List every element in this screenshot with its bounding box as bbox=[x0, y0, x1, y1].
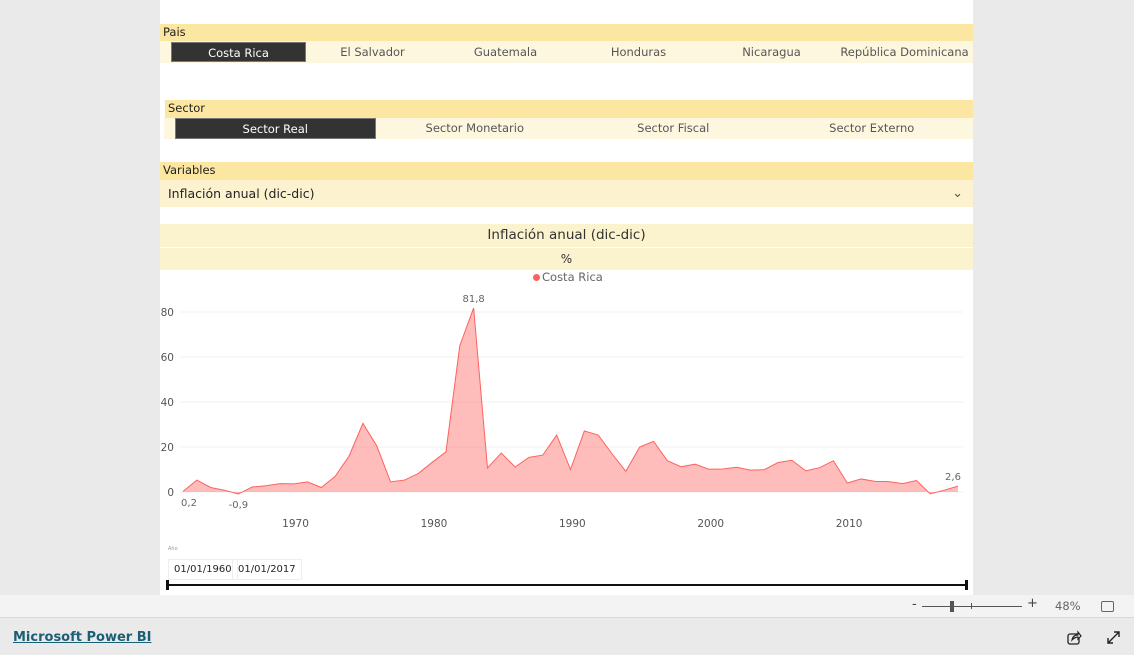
data-point-2003 bbox=[760, 466, 768, 474]
data-point-1961 bbox=[179, 488, 187, 496]
zoom-slider[interactable] bbox=[922, 606, 1022, 607]
data-point-1994 bbox=[636, 443, 644, 451]
zoom-slider-center-tick bbox=[971, 603, 972, 609]
data-point-2000 bbox=[719, 465, 727, 473]
data-point-1972 bbox=[331, 472, 339, 480]
data-point-1979 bbox=[428, 458, 436, 466]
power-bi-link[interactable]: Microsoft Power BI bbox=[13, 630, 151, 645]
data-point-2014 bbox=[912, 477, 920, 485]
data-point-1998 bbox=[691, 460, 699, 468]
data-point-1988 bbox=[553, 431, 561, 439]
data-point-1963 bbox=[207, 484, 215, 492]
data-point-1996 bbox=[663, 457, 671, 465]
data-point-2013 bbox=[899, 480, 907, 488]
y-tick-label: 0 bbox=[167, 487, 174, 499]
x-tick-label: 1980 bbox=[421, 518, 448, 530]
slicer-end-date[interactable]: 01/01/2017 bbox=[232, 559, 302, 580]
data-point-2009 bbox=[843, 479, 851, 487]
data-point-1983 bbox=[483, 464, 491, 472]
data-point-1990 bbox=[580, 427, 588, 435]
x-tick-label: 2000 bbox=[697, 518, 724, 530]
data-point-1976 bbox=[387, 478, 395, 486]
data-point-1964 bbox=[221, 486, 229, 494]
x-tick-label: 1970 bbox=[282, 518, 309, 530]
x-tick-label: 1990 bbox=[559, 518, 586, 530]
zoom-slider-thumb[interactable] bbox=[950, 601, 954, 612]
data-point-1970 bbox=[304, 478, 312, 486]
data-point-1977 bbox=[400, 476, 408, 484]
area-chart[interactable]: 0 20 40 60 80 1970 1980 1990 2000 2010 0,2 -0,9 81,8… bbox=[160, 0, 973, 545]
data-point-1965 bbox=[234, 490, 242, 498]
data-point-1974 bbox=[359, 419, 367, 427]
data-label: 2,6 bbox=[945, 472, 961, 483]
footer: Microsoft Power BI bbox=[0, 619, 1134, 655]
data-point-1995 bbox=[650, 437, 658, 445]
data-point-2010 bbox=[857, 475, 865, 483]
data-point-1989 bbox=[567, 466, 575, 474]
data-point-1991 bbox=[594, 431, 602, 439]
fit-to-page-icon[interactable] bbox=[1101, 601, 1114, 612]
data-point-2017 bbox=[954, 482, 962, 490]
data-point-2016 bbox=[940, 486, 948, 494]
slider-start-handle[interactable] bbox=[166, 580, 169, 590]
data-point-2012 bbox=[885, 478, 893, 486]
data-label: -0,9 bbox=[229, 500, 249, 511]
x-tick-label: 2010 bbox=[836, 518, 863, 530]
data-point-1997 bbox=[677, 463, 685, 471]
fullscreen-icon[interactable] bbox=[1106, 630, 1121, 645]
data-label: 0,2 bbox=[181, 498, 197, 509]
data-label: 81,8 bbox=[462, 294, 484, 305]
data-point-1962 bbox=[193, 476, 201, 484]
data-point-1978 bbox=[414, 470, 422, 478]
data-point-1985 bbox=[511, 463, 519, 471]
data-point-1999 bbox=[705, 465, 713, 473]
data-point-2005 bbox=[788, 456, 796, 464]
y-tick-label: 20 bbox=[161, 442, 174, 454]
data-point-1981 bbox=[456, 342, 464, 350]
data-point-1984 bbox=[497, 449, 505, 457]
zoom-in-button[interactable]: + bbox=[1027, 596, 1038, 611]
data-point-1992 bbox=[608, 450, 616, 458]
report-canvas: Pais Costa Rica El Salvador Guatemala Hondu… bbox=[160, 0, 973, 595]
y-tick-label: 60 bbox=[161, 352, 174, 364]
zoom-level: 48% bbox=[1055, 599, 1081, 613]
data-point-1969 bbox=[290, 480, 298, 488]
slider-end-handle[interactable] bbox=[965, 580, 968, 590]
slicer-start-date[interactable]: 01/01/1960 bbox=[168, 559, 238, 580]
data-point-1987 bbox=[539, 451, 547, 459]
share-icon[interactable] bbox=[1067, 630, 1082, 645]
data-point-1975 bbox=[373, 442, 381, 450]
data-point-2011 bbox=[871, 477, 879, 485]
data-point-1986 bbox=[525, 453, 533, 461]
zoom-out-button[interactable]: - bbox=[912, 597, 917, 612]
status-bar: - + 48% bbox=[0, 595, 1134, 618]
slicer-label: Año bbox=[168, 546, 178, 552]
data-point-2001 bbox=[733, 463, 741, 471]
data-point-1980 bbox=[442, 448, 450, 456]
data-point-1982 bbox=[470, 304, 478, 312]
date-range-slider[interactable] bbox=[166, 584, 968, 586]
data-point-1973 bbox=[345, 452, 353, 460]
data-point-1971 bbox=[317, 484, 325, 492]
data-point-2007 bbox=[816, 464, 824, 472]
data-point-2015 bbox=[926, 490, 934, 498]
data-point-2008 bbox=[829, 457, 837, 465]
data-point-2002 bbox=[746, 466, 754, 474]
data-point-2006 bbox=[802, 467, 810, 475]
y-tick-label: 40 bbox=[161, 397, 174, 409]
data-point-1993 bbox=[622, 467, 630, 475]
y-tick-label: 80 bbox=[161, 307, 174, 319]
data-point-1967 bbox=[262, 482, 270, 490]
data-point-1968 bbox=[276, 480, 284, 488]
data-point-1966 bbox=[248, 483, 256, 491]
data-point-2004 bbox=[774, 459, 782, 467]
